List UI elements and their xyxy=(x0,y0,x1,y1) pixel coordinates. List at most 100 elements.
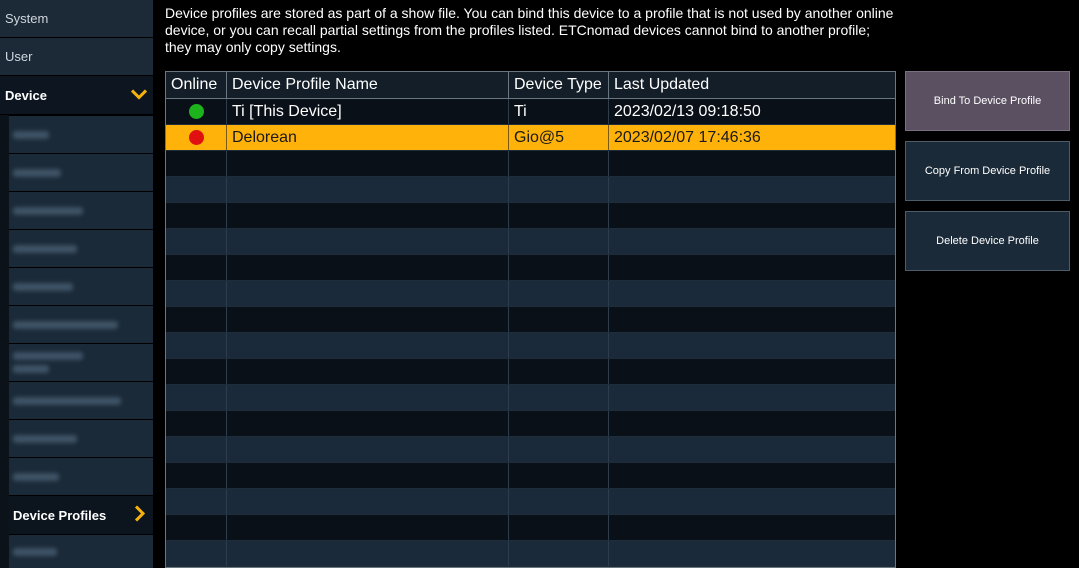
sidebar-subitem[interactable] xyxy=(9,230,153,267)
sidebar-subitem[interactable] xyxy=(9,306,153,343)
sidebar-item-device-profiles[interactable]: Device Profiles xyxy=(9,496,153,534)
sidebar-subitem[interactable] xyxy=(9,116,153,153)
empty-cell xyxy=(509,203,609,228)
sidebar-subitem[interactable] xyxy=(9,344,153,381)
empty-cell xyxy=(166,229,227,254)
chevron-down-icon xyxy=(130,88,148,103)
sidebar-item-system[interactable]: System xyxy=(0,0,153,37)
online-cell xyxy=(166,125,227,150)
sidebar-subitem[interactable] xyxy=(9,154,153,191)
empty-cell xyxy=(609,255,895,280)
table-row-empty[interactable] xyxy=(166,307,895,333)
empty-cell xyxy=(166,359,227,384)
delete-device-profile-button[interactable]: Delete Device Profile xyxy=(905,211,1070,271)
empty-cell xyxy=(166,281,227,306)
empty-cell xyxy=(166,463,227,488)
empty-cell xyxy=(227,203,509,228)
empty-cell xyxy=(227,229,509,254)
empty-cell xyxy=(609,437,895,462)
empty-cell xyxy=(609,281,895,306)
sidebar-subitem[interactable] xyxy=(9,458,153,495)
empty-cell xyxy=(227,307,509,332)
table-row[interactable]: Ti [This Device] Ti 2023/02/13 09:18:50 xyxy=(166,99,895,125)
empty-cell xyxy=(166,437,227,462)
empty-cell xyxy=(509,385,609,410)
blurred-label xyxy=(13,434,77,443)
table-row-empty[interactable] xyxy=(166,489,895,515)
table-row-empty[interactable] xyxy=(166,463,895,489)
empty-cell xyxy=(609,333,895,358)
empty-cell xyxy=(227,359,509,384)
table-row-empty[interactable] xyxy=(166,411,895,437)
sidebar-subitem[interactable] xyxy=(9,420,153,457)
table-row-empty[interactable] xyxy=(166,359,895,385)
empty-cell xyxy=(166,385,227,410)
online-cell xyxy=(166,99,227,124)
sidebar-subitem[interactable] xyxy=(9,382,153,419)
empty-cell xyxy=(609,463,895,488)
empty-cell xyxy=(227,411,509,436)
empty-cell xyxy=(509,255,609,280)
profile-name-cell: Ti [This Device] xyxy=(227,99,509,124)
table-row-empty[interactable] xyxy=(166,151,895,177)
sidebar-item-label: Device xyxy=(5,87,47,103)
column-header-name[interactable]: Device Profile Name xyxy=(227,72,509,98)
empty-cell xyxy=(166,203,227,228)
copy-from-device-profile-button[interactable]: Copy From Device Profile xyxy=(905,141,1070,201)
sidebar-subitem[interactable] xyxy=(9,535,153,568)
table-row-empty[interactable] xyxy=(166,229,895,255)
sidebar: System User Device Device Profiles xyxy=(0,0,153,568)
sidebar-item-device[interactable]: Device xyxy=(0,76,153,114)
empty-cell xyxy=(609,229,895,254)
blurred-label xyxy=(13,320,118,329)
empty-cell xyxy=(609,385,895,410)
sidebar-item-label: User xyxy=(5,49,33,64)
submenu-indent xyxy=(0,115,9,568)
column-header-online[interactable]: Online xyxy=(166,72,227,98)
empty-cell xyxy=(227,255,509,280)
table-row-empty[interactable] xyxy=(166,255,895,281)
device-type-cell: Gio@5 xyxy=(509,125,609,150)
blurred-label xyxy=(13,282,73,291)
table-row-empty[interactable] xyxy=(166,281,895,307)
sidebar-subitem[interactable] xyxy=(9,192,153,229)
sidebar-item-user[interactable]: User xyxy=(0,38,153,75)
profile-name-cell: Delorean xyxy=(227,125,509,150)
empty-cell xyxy=(166,255,227,280)
empty-cell xyxy=(166,307,227,332)
table-row-empty[interactable] xyxy=(166,177,895,203)
empty-cell xyxy=(609,489,895,514)
bind-to-device-profile-button[interactable]: Bind To Device Profile xyxy=(905,71,1070,131)
blurred-label xyxy=(13,206,83,215)
device-profiles-table: Online Device Profile Name Device Type L… xyxy=(165,71,896,568)
table-row-empty[interactable] xyxy=(166,203,895,229)
page-description: Device profiles are stored as part of a … xyxy=(165,5,894,55)
empty-cell xyxy=(509,281,609,306)
empty-cell xyxy=(609,515,895,540)
column-header-updated[interactable]: Last Updated xyxy=(609,72,895,98)
sidebar-subitem[interactable] xyxy=(9,268,153,305)
empty-cell xyxy=(166,411,227,436)
table-body: Ti [This Device] Ti 2023/02/13 09:18:50 … xyxy=(166,99,895,567)
table-row-empty[interactable] xyxy=(166,515,895,541)
last-updated-cell: 2023/02/13 09:18:50 xyxy=(614,102,761,120)
empty-cell xyxy=(227,385,509,410)
empty-cell xyxy=(609,541,895,566)
table-row-empty[interactable] xyxy=(166,333,895,359)
empty-cell xyxy=(509,437,609,462)
table-row-empty[interactable] xyxy=(166,385,895,411)
table-row-empty[interactable] xyxy=(166,437,895,463)
blurred-label-group xyxy=(13,352,83,373)
table-header: Online Device Profile Name Device Type L… xyxy=(166,72,895,99)
table-row-selected[interactable]: Delorean Gio@5 2023/02/07 17:46:36 xyxy=(166,125,895,151)
empty-cell xyxy=(609,203,895,228)
empty-cell xyxy=(166,489,227,514)
column-header-type[interactable]: Device Type xyxy=(509,72,609,98)
empty-cell xyxy=(509,229,609,254)
status-dot-icon xyxy=(188,130,204,145)
chevron-right-icon xyxy=(134,505,146,525)
sidebar-item-label: Device Profiles xyxy=(13,507,107,523)
empty-cell xyxy=(609,359,895,384)
table-row-empty[interactable] xyxy=(166,541,895,567)
empty-cell xyxy=(509,515,609,540)
